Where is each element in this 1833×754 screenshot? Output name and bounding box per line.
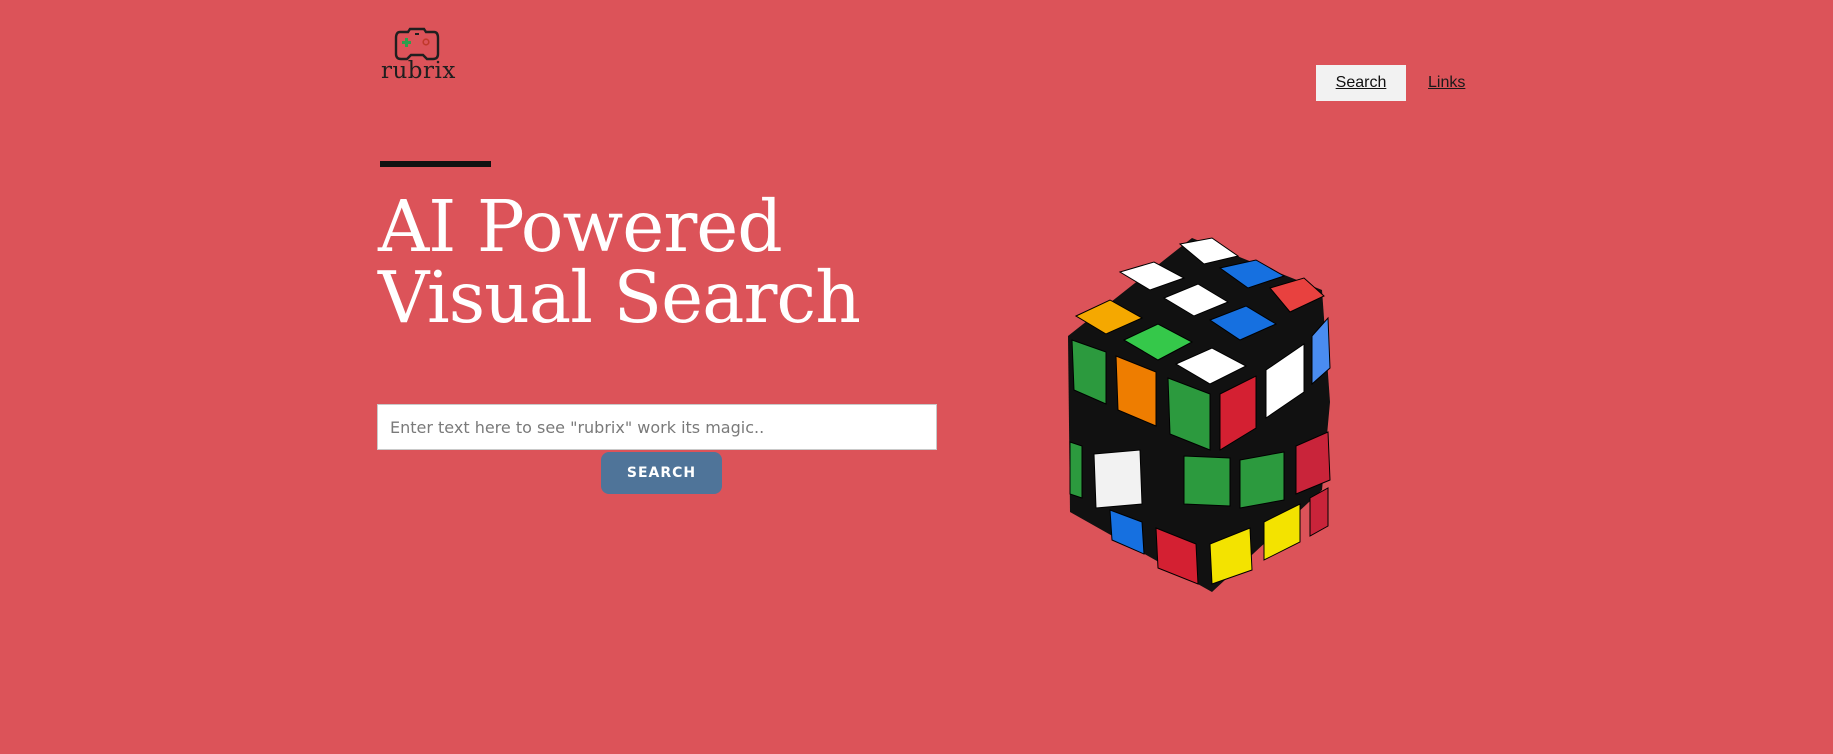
hero-title: AI Powered Visual Search: [378, 185, 861, 339]
accent-bar: [380, 161, 491, 167]
nav-search-link[interactable]: Search: [1316, 65, 1406, 101]
page: rubrix Search Links AI Powered Visual Se…: [0, 0, 1833, 754]
brand-name: rubrix: [381, 58, 456, 84]
gamepad-icon: [394, 27, 440, 61]
search-input[interactable]: [377, 404, 937, 450]
logo[interactable]: rubrix: [381, 26, 457, 86]
nav-links-link[interactable]: Links: [1428, 74, 1465, 92]
rubiks-cube-image: [1068, 237, 1331, 592]
hero-title-line1: AI Powered: [378, 185, 783, 268]
top-nav: Search Links: [1316, 65, 1465, 101]
search-button[interactable]: SEARCH: [601, 452, 722, 494]
hero-title-line2: Visual Search: [378, 256, 861, 339]
